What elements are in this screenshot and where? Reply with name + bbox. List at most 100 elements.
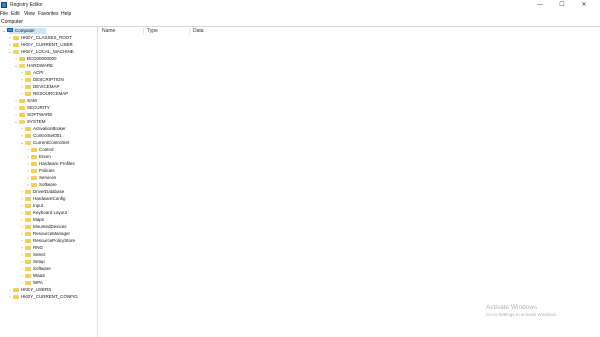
tree-node[interactable]: › DriverDatabase xyxy=(0,188,97,195)
minimize-button[interactable]: — xyxy=(530,0,550,10)
address-path[interactable]: Computer xyxy=(1,18,23,26)
tree-node[interactable]: › Select xyxy=(0,251,97,258)
window-title: Registry Editor xyxy=(10,2,43,8)
expand-arrow-icon[interactable]: › xyxy=(20,125,24,132)
column-divider[interactable] xyxy=(143,28,144,35)
expand-arrow-icon[interactable]: › xyxy=(26,160,30,167)
expand-arrow-icon[interactable]: › xyxy=(26,181,30,188)
tree-node[interactable]: › RNG xyxy=(0,244,97,251)
tree-node[interactable]: › Services xyxy=(0,174,97,181)
expand-arrow-icon[interactable]: › xyxy=(20,258,24,265)
expand-arrow-icon[interactable]: › xyxy=(20,237,24,244)
tree-node[interactable]: › WaaS xyxy=(0,272,97,279)
tree-node[interactable]: › Setup xyxy=(0,258,97,265)
expand-arrow-icon[interactable]: › xyxy=(14,55,18,62)
tree-node[interactable]: ⌄ HARDWARE xyxy=(0,62,97,69)
expand-arrow-icon[interactable]: › xyxy=(20,132,24,139)
menu-help[interactable]: Help xyxy=(61,10,71,18)
tree-node[interactable]: › SAM xyxy=(0,97,97,104)
tree-node[interactable]: › ActivationBroker xyxy=(0,125,97,132)
tree-node[interactable]: › RESOURCEMAP xyxy=(0,90,97,97)
expand-arrow-icon[interactable]: › xyxy=(20,230,24,237)
tree-node[interactable]: › SECURITY xyxy=(0,104,97,111)
collapse-arrow-icon[interactable]: ⌄ xyxy=(20,139,24,146)
expand-arrow-icon[interactable]: › xyxy=(20,244,24,251)
menu-favorites[interactable]: Favorites xyxy=(38,10,59,18)
menu-edit[interactable]: Edit xyxy=(11,10,20,18)
tree-node[interactable]: › Input xyxy=(0,202,97,209)
tree-node[interactable]: › DESCRIPTION xyxy=(0,76,97,83)
expand-arrow-icon[interactable]: › xyxy=(26,146,30,153)
expand-arrow-icon[interactable]: › xyxy=(14,104,18,111)
collapse-arrow-icon[interactable]: ⌄ xyxy=(8,48,12,55)
tree-node[interactable]: ⌄ CurrentControlSet xyxy=(0,139,97,146)
tree-node[interactable]: › HKEY_USERS xyxy=(0,286,97,293)
tree-node[interactable]: ⌄ HKEY_LOCAL_MACHINE xyxy=(0,48,97,55)
collapse-arrow-icon[interactable]: ⌄ xyxy=(2,27,6,34)
expand-arrow-icon[interactable]: › xyxy=(26,167,30,174)
tree-node[interactable]: › MountedDevices xyxy=(0,223,97,230)
expand-arrow-icon[interactable]: › xyxy=(26,174,30,181)
expand-arrow-icon[interactable]: › xyxy=(20,202,24,209)
collapse-arrow-icon[interactable]: ⌄ xyxy=(14,62,18,69)
tree-node[interactable]: › Maps xyxy=(0,216,97,223)
tree-node[interactable]: › Hardware Profiles xyxy=(0,160,97,167)
tree-node[interactable]: ⌄ SYSTEM xyxy=(0,118,97,125)
expand-arrow-icon[interactable]: › xyxy=(8,286,12,293)
tree-node[interactable]: › WPA xyxy=(0,279,97,286)
tree-node[interactable]: › Keyboard Layout xyxy=(0,209,97,216)
tree-node[interactable]: › Software xyxy=(0,181,97,188)
menu-file[interactable]: File xyxy=(0,10,8,18)
tree-node[interactable]: › ResourceManager xyxy=(0,230,97,237)
registry-tree[interactable]: ⌄ Computer › HKEY_CLASSES_ROOT › HKEY_CURRENT… xyxy=(0,27,98,337)
close-button[interactable]: ✕ xyxy=(574,0,594,10)
column-header-data[interactable]: Data xyxy=(193,28,204,35)
address-bar[interactable]: Computer xyxy=(0,18,600,27)
tree-node[interactable]: › ControlSet001 xyxy=(0,132,97,139)
expand-arrow-icon[interactable]: › xyxy=(20,216,24,223)
expand-arrow-icon[interactable]: › xyxy=(20,265,24,272)
tree-node[interactable]: › DEVICEMAP xyxy=(0,83,97,90)
tree-node[interactable]: › Software xyxy=(0,265,97,272)
expand-arrow-icon[interactable]: › xyxy=(14,97,18,104)
tree-node[interactable]: › ResourcePolicyStore xyxy=(0,237,97,244)
tree-node[interactable]: › HKEY_CURRENT_USER xyxy=(0,41,97,48)
expand-arrow-icon[interactable]: › xyxy=(20,272,24,279)
values-list[interactable]: Name Type Data xyxy=(98,27,600,337)
expand-arrow-icon[interactable]: › xyxy=(20,209,24,216)
expand-arrow-icon[interactable]: › xyxy=(14,111,18,118)
folder-icon xyxy=(25,239,31,243)
tree-node[interactable]: › SOFTWARE xyxy=(0,111,97,118)
menu-view[interactable]: View xyxy=(24,10,35,18)
folder-icon xyxy=(25,281,31,285)
column-header-type[interactable]: Type xyxy=(147,28,158,35)
expand-arrow-icon[interactable]: › xyxy=(20,195,24,202)
maximize-button[interactable]: ☐ xyxy=(552,0,572,10)
expand-arrow-icon[interactable]: › xyxy=(20,69,24,76)
tree-node[interactable]: › ACPI xyxy=(0,69,97,76)
tree-node[interactable]: › HardwareConfig xyxy=(0,195,97,202)
collapse-arrow-icon[interactable]: ⌄ xyxy=(14,118,18,125)
expand-arrow-icon[interactable]: › xyxy=(20,90,24,97)
expand-arrow-icon[interactable]: › xyxy=(8,41,12,48)
tree-node[interactable]: › Policies xyxy=(0,167,97,174)
tree-node-computer[interactable]: ⌄ Computer xyxy=(0,27,97,34)
expand-arrow-icon[interactable]: › xyxy=(8,293,12,300)
tree-node[interactable]: › Enum xyxy=(0,153,97,160)
folder-icon xyxy=(25,190,31,194)
tree-node[interactable]: › BCD00000000 xyxy=(0,55,97,62)
expand-arrow-icon[interactable]: › xyxy=(20,279,24,286)
folder-icon xyxy=(25,232,31,236)
column-header-name[interactable]: Name xyxy=(102,28,115,35)
column-divider[interactable] xyxy=(189,28,190,35)
expand-arrow-icon[interactable]: › xyxy=(26,153,30,160)
expand-arrow-icon[interactable]: › xyxy=(20,76,24,83)
tree-node[interactable]: › HKEY_CLASSES_ROOT xyxy=(0,34,97,41)
expand-arrow-icon[interactable]: › xyxy=(20,251,24,258)
expand-arrow-icon[interactable]: › xyxy=(8,34,12,41)
expand-arrow-icon[interactable]: › xyxy=(20,83,24,90)
expand-arrow-icon[interactable]: › xyxy=(20,223,24,230)
expand-arrow-icon[interactable]: › xyxy=(20,188,24,195)
tree-node[interactable]: › HKEY_CURRENT_CONFIG xyxy=(0,293,97,300)
tree-node[interactable]: › Control xyxy=(0,146,97,153)
